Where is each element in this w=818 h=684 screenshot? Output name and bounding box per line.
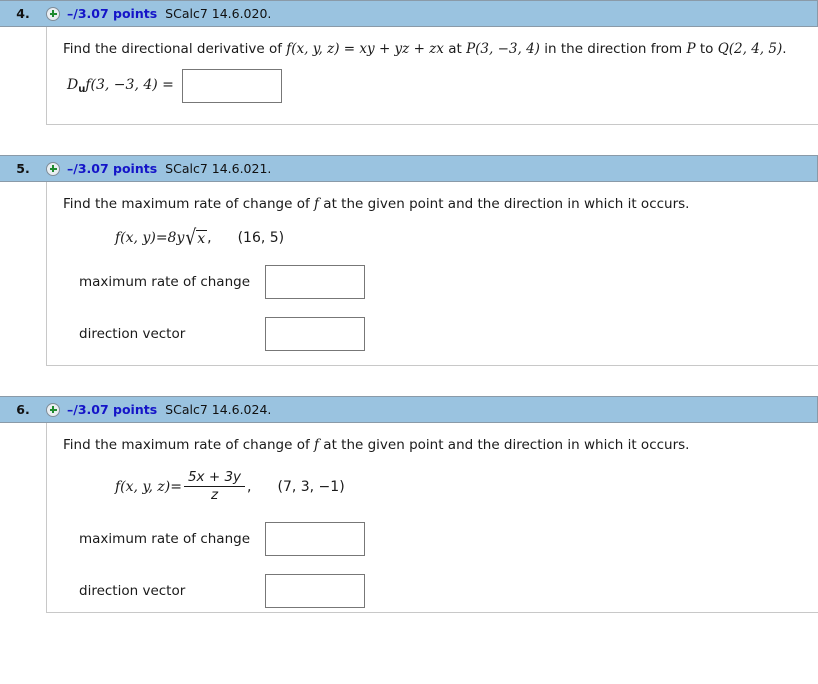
plus-circle-icon[interactable] <box>46 402 60 417</box>
question-number: 6. <box>16 402 30 417</box>
question-body-5: Find the maximum rate of change of f at … <box>46 182 818 366</box>
function-point: (16, 5) <box>237 229 285 246</box>
answer-label: Duf(3, −3, 4) = <box>67 77 174 95</box>
answer-row-direction-vector: direction vector <box>63 316 818 351</box>
question-number: 5. <box>16 161 30 176</box>
function-point: (7, 3, −1) <box>277 478 345 495</box>
points-label: –/3.07 points <box>67 161 158 176</box>
function-definition: f(x, y, z) = 5x + 3y z , (7, 3, −1) <box>63 468 818 504</box>
prompt-text-3: in the direction from <box>539 41 687 57</box>
points-label: –/3.07 points <box>67 402 158 417</box>
prompt-text-2: at the given point and the direction in … <box>319 196 690 212</box>
prompt-expression: xy + yz + zx <box>359 41 444 57</box>
prompt-point-q: Q(2, 4, 5) <box>717 41 783 57</box>
function-comma: , <box>247 478 252 495</box>
max-rate-of-change-input[interactable] <box>265 264 365 299</box>
radicand: x <box>196 229 208 247</box>
directional-derivative-input[interactable] <box>181 68 282 103</box>
plus-circle-icon[interactable] <box>46 161 60 176</box>
prompt-equals: = <box>339 41 360 57</box>
direction-vector-input[interactable] <box>265 316 365 351</box>
question-prompt: Find the maximum rate of change of f at … <box>63 437 818 455</box>
answer-label-direction-vector: direction vector <box>79 582 186 599</box>
prompt-point-p: P(3, −3, 4) <box>466 41 540 57</box>
prompt-text-2: at the given point and the direction in … <box>319 437 690 453</box>
function-equals: = <box>155 229 168 246</box>
function-definition: f(x, y) = 8y √ x , (16, 5) <box>63 227 818 248</box>
prompt-text-1: Find the maximum rate of change of <box>63 437 315 453</box>
plus-circle-icon[interactable] <box>46 6 60 21</box>
prompt-text-4: to <box>695 41 718 57</box>
question-block-5: 5. –/3.07 points SCalc7 14.6.021. Find t… <box>0 155 818 366</box>
fraction-numerator: 5x + 3y <box>187 468 242 485</box>
question-reference: SCalc7 14.6.024. <box>165 402 272 417</box>
function-lhs: f(x, y) <box>115 229 156 246</box>
question-block-6: 6. –/3.07 points SCalc7 14.6.024. Find t… <box>0 396 818 613</box>
function-comma: , <box>207 229 212 246</box>
operator-D: D <box>67 76 79 93</box>
question-header-4: 4. –/3.07 points SCalc7 14.6.020. <box>0 0 818 27</box>
prompt-text-2: at <box>443 41 467 57</box>
fraction: 5x + 3y z <box>183 468 246 504</box>
question-body-6: Find the maximum rate of change of f at … <box>46 423 818 613</box>
square-root-icon: √ x <box>185 227 208 248</box>
prompt-text-1: Find the directional derivative of <box>63 41 287 57</box>
points-label: –/3.07 points <box>67 6 158 21</box>
question-header-5: 5. –/3.07 points SCalc7 14.6.021. <box>0 155 818 182</box>
answer-label-max-rate: maximum rate of change <box>79 530 251 547</box>
answer-label-direction-vector: direction vector <box>79 325 186 342</box>
max-rate-of-change-input[interactable] <box>265 521 365 556</box>
question-prompt: Find the maximum rate of change of f at … <box>63 196 818 214</box>
question-reference: SCalc7 14.6.020. <box>165 6 272 21</box>
question-block-4: 4. –/3.07 points SCalc7 14.6.020. Find t… <box>0 0 818 125</box>
answer-row-max-rate: maximum rate of change <box>63 264 818 299</box>
function-coefficient: 8y <box>167 229 185 246</box>
fraction-denominator: z <box>183 486 246 504</box>
radical-sign: √ <box>185 225 197 251</box>
prompt-text-5: . <box>782 41 787 57</box>
function-lhs: f(x, y, z) <box>115 478 171 495</box>
question-prompt: Find the directional derivative of f(x, … <box>63 41 818 59</box>
answer-label-max-rate: maximum rate of change <box>79 273 251 290</box>
question-number: 4. <box>16 6 30 21</box>
answer-row-max-rate: maximum rate of change <box>63 521 818 556</box>
direction-vector-input[interactable] <box>265 573 365 608</box>
prompt-text-1: Find the maximum rate of change of <box>63 196 315 212</box>
function-equals: = <box>170 478 182 495</box>
prompt-label-p: P <box>686 41 696 57</box>
question-body-4: Find the directional derivative of f(x, … <box>46 27 818 125</box>
answer-row-direction-vector: direction vector <box>63 573 818 608</box>
answer-label-rest: f(3, −3, 4) = <box>85 76 174 93</box>
question-reference: SCalc7 14.6.021. <box>165 161 272 176</box>
prompt-function: f(x, y, z) <box>286 41 340 57</box>
question-header-6: 6. –/3.07 points SCalc7 14.6.024. <box>0 396 818 423</box>
answer-row-directional-derivative: Duf(3, −3, 4) = <box>63 68 818 103</box>
